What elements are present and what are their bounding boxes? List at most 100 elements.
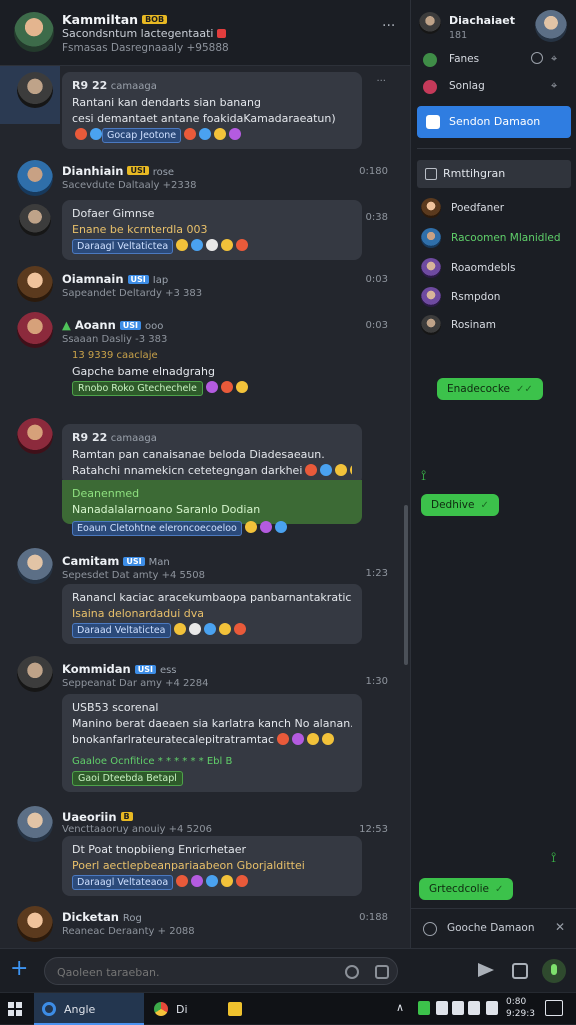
link-icon[interactable]: ⟟ (421, 468, 426, 484)
message-chip[interactable]: Rnobo Roko Gtechechele (72, 381, 203, 396)
sent-message-bubble[interactable]: Enadecocke ✓✓ (437, 378, 543, 400)
link-icon[interactable]: ⟟ (551, 850, 556, 866)
reaction-icon[interactable] (214, 128, 227, 140)
message-chip[interactable]: Eoaun Cletohtne eleroncoecoeloo (72, 521, 242, 536)
add-attachment-button[interactable]: + (10, 958, 28, 980)
close-icon[interactable]: ✕ (555, 920, 565, 934)
reaction-icon[interactable] (90, 128, 102, 140)
message-line: bnokanfarlrateuratecalepitratramtac (72, 732, 352, 748)
message-author[interactable]: Oiamnain USI Iap (62, 272, 168, 286)
reaction-icon[interactable] (220, 381, 233, 393)
tray-app-icon[interactable] (436, 1001, 448, 1015)
reaction-icon[interactable] (350, 464, 352, 476)
message-chip[interactable]: Gocap Jeotone (102, 128, 182, 143)
reaction-icon[interactable] (191, 239, 204, 251)
reaction-icon[interactable] (191, 875, 204, 887)
avatar[interactable] (17, 906, 53, 942)
taskbar-app[interactable]: Di (146, 993, 216, 1025)
avatar (421, 258, 441, 278)
microphone-icon[interactable] (542, 959, 566, 983)
reaction-icon[interactable] (236, 239, 249, 251)
reaction-icon[interactable] (173, 623, 186, 635)
message-chip[interactable]: Daraagl Veltateaoa (72, 875, 174, 890)
chevron-up-icon[interactable]: ∧ (396, 1001, 408, 1015)
reaction-icon[interactable] (221, 875, 234, 887)
reaction-icon[interactable] (277, 733, 290, 745)
message-chip[interactable]: Daraagl Veltatictea (72, 239, 174, 254)
reaction-icon[interactable] (176, 239, 189, 251)
sent-message-bubble[interactable]: Dedhive ✓ (421, 494, 499, 516)
members-section-header[interactable]: Rmttihgran (417, 160, 571, 188)
reaction-icon[interactable] (274, 521, 287, 533)
reaction-icon[interactable] (221, 239, 234, 251)
reaction-icon[interactable] (236, 875, 249, 887)
reaction-icon[interactable] (233, 623, 246, 635)
avatar[interactable] (17, 160, 53, 196)
channel-avatar[interactable] (14, 12, 54, 52)
message-author[interactable]: Kommidan USI ess (62, 662, 177, 676)
tray-app-icon[interactable] (452, 1001, 464, 1015)
avatar[interactable] (419, 12, 441, 34)
reaction-icon[interactable] (206, 875, 219, 887)
message-author[interactable]: Dicketan Rog (62, 910, 142, 924)
reaction-icon[interactable] (75, 128, 87, 140)
more-options-icon[interactable]: ··· (376, 76, 386, 87)
reaction-icon[interactable] (184, 128, 197, 140)
reaction-icon[interactable] (292, 733, 305, 745)
more-options-icon[interactable]: ··· (382, 18, 395, 34)
avatar[interactable] (17, 312, 53, 348)
avatar[interactable] (17, 806, 53, 842)
network-icon[interactable] (468, 1001, 480, 1015)
message-input-wrapper[interactable] (44, 957, 398, 985)
sidebar-footer[interactable]: Gooche Damaon ✕ (411, 908, 576, 948)
message-chip[interactable]: Daraad Veltatictea (72, 623, 171, 638)
avatar[interactable] (17, 548, 53, 584)
avatar[interactable] (17, 266, 53, 302)
emoji-icon[interactable] (345, 965, 359, 979)
user-avatar[interactable] (535, 10, 567, 42)
reaction-icon[interactable] (322, 733, 335, 745)
reaction-icon[interactable] (235, 381, 248, 393)
sidebar-profile[interactable]: Diachaiaet 181 (411, 0, 576, 46)
reaction-icon[interactable] (335, 464, 348, 476)
sticker-icon[interactable] (512, 963, 528, 979)
reaction-icon[interactable] (205, 381, 218, 393)
reaction-icon[interactable] (305, 464, 318, 476)
reaction-icon[interactable] (176, 875, 189, 887)
reaction-icon[interactable] (259, 521, 272, 533)
reaction-icon[interactable] (307, 733, 320, 745)
reaction-icon[interactable] (218, 623, 231, 635)
reaction-icon[interactable] (244, 521, 257, 533)
primary-action-button[interactable]: Sendon Damaon (417, 106, 571, 138)
reaction-icon[interactable] (188, 623, 201, 635)
taskbar-app[interactable] (220, 993, 248, 1025)
settings-icon[interactable] (531, 52, 543, 64)
send-icon[interactable] (478, 963, 494, 977)
scrollbar[interactable] (404, 505, 408, 665)
windows-start-icon[interactable] (8, 1002, 22, 1016)
reaction-icon[interactable] (229, 128, 242, 140)
taskbar-app[interactable]: Angle (34, 993, 144, 1025)
notification-icon[interactable] (545, 1000, 563, 1016)
avatar[interactable] (17, 418, 53, 454)
message-input[interactable] (57, 964, 337, 980)
avatar[interactable] (17, 72, 53, 108)
reaction-icon[interactable] (320, 464, 333, 476)
gif-icon[interactable] (375, 965, 389, 979)
system-clock[interactable]: 0:80 9:29:3 (506, 996, 535, 1020)
avatar[interactable] (17, 656, 53, 692)
reaction-icon[interactable] (206, 239, 219, 251)
message-author[interactable]: ▲ Aoann USI ooo (62, 318, 163, 332)
reaction-icon[interactable] (203, 623, 216, 635)
message-author[interactable]: Camitam USI Man (62, 554, 170, 568)
pin-icon[interactable]: ⌖ (551, 79, 557, 93)
message-chip[interactable]: Gaoi Dteebda Betapl (72, 771, 183, 786)
volume-icon[interactable] (486, 1001, 498, 1015)
avatar[interactable] (19, 204, 51, 236)
message-author[interactable]: Uaeoriin B (62, 810, 133, 824)
message-author[interactable]: Dianhiain USI rose (62, 164, 174, 178)
tray-app-icon[interactable] (418, 1001, 430, 1015)
sent-message-bubble[interactable]: Grtecdcolie ✓ (419, 878, 514, 900)
reaction-icon[interactable] (199, 128, 212, 140)
pin-icon[interactable]: ⌖ (551, 52, 557, 66)
